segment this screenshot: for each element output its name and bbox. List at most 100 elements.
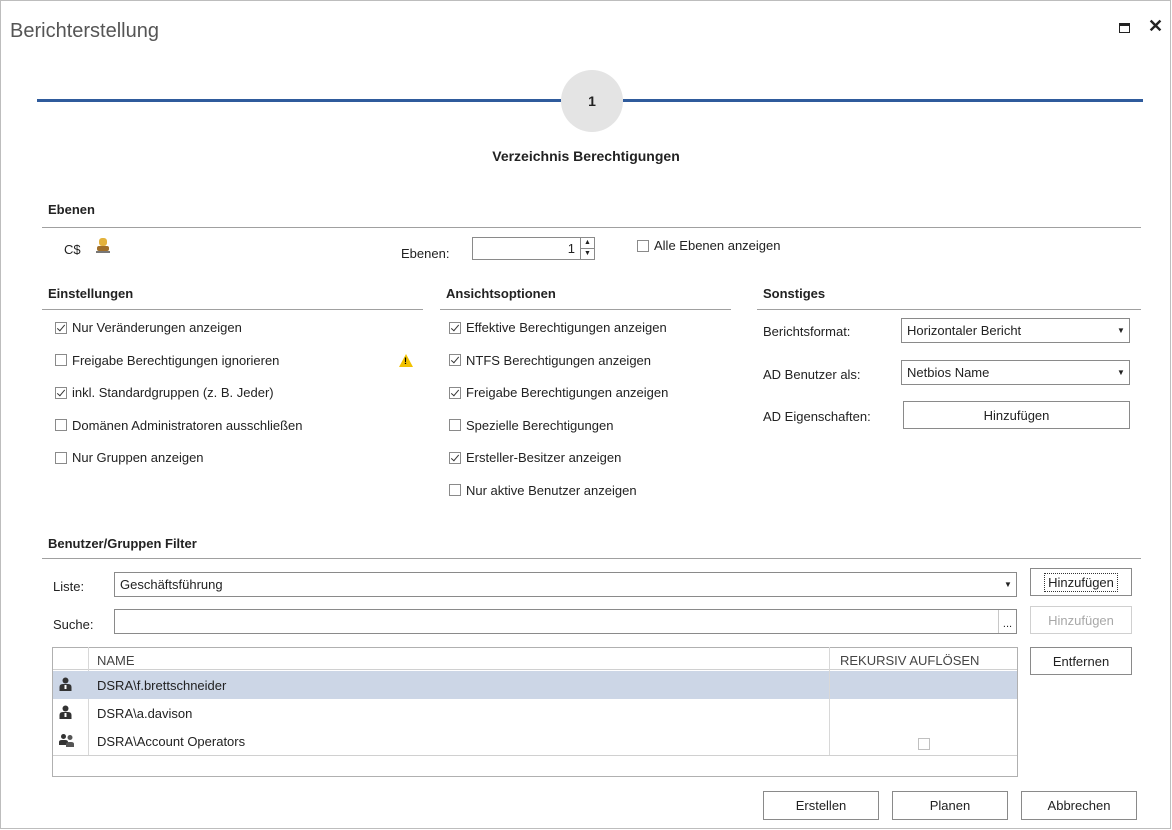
divider (757, 309, 1141, 310)
close-icon[interactable]: ✕ (1148, 16, 1163, 36)
column-header-name[interactable]: NAME (97, 653, 135, 668)
levels-value[interactable]: 1 (473, 238, 580, 259)
section-filter-header: Benutzer/Gruppen Filter (48, 536, 197, 551)
checkbox[interactable] (55, 354, 67, 366)
table-row[interactable]: DSRA\f.brettschneider (53, 671, 1017, 699)
einstellungen-label: inkl. Standardgruppen (z. B. Jeder) (72, 385, 274, 400)
grid-column-divider (829, 671, 830, 699)
report-format-select[interactable]: Horizontaler Bericht ▼ (901, 318, 1130, 343)
divider (42, 227, 1141, 228)
checkbox[interactable] (449, 386, 461, 399)
grid-header-divider (53, 669, 1017, 670)
all-levels-label: Alle Ebenen anzeigen (654, 238, 781, 253)
list-select[interactable]: Geschäftsführung ▼ (114, 572, 1017, 597)
grid-column-divider (829, 699, 830, 727)
row-name: DSRA\Account Operators (97, 734, 246, 749)
share-path: C$ (64, 242, 81, 257)
ansicht-label: NTFS Berechtigungen anzeigen (466, 352, 652, 368)
ansicht-checkbox-3[interactable]: Spezielle Berechtigungen (449, 418, 613, 433)
table-row[interactable]: DSRA\a.davison (53, 699, 1017, 727)
section-ansicht-header: Ansichtsoptionen (446, 286, 556, 301)
search-add-button[interactable]: Hinzufügen (1030, 606, 1132, 634)
checkbox[interactable] (55, 386, 67, 399)
ad-user-select[interactable]: Netbios Name ▼ (901, 360, 1130, 385)
chevron-down-icon[interactable]: ▼ (1000, 573, 1016, 596)
ansicht-checkbox-2[interactable]: Freigabe Berechtigungen anzeigen (449, 385, 668, 400)
divider (42, 309, 423, 310)
share-user-icon (96, 237, 110, 254)
search-input[interactable]: ... (114, 609, 1017, 634)
ansicht-label: Effektive Berechtigungen anzeigen (466, 320, 667, 335)
checkbox[interactable] (449, 451, 461, 464)
checkbox[interactable] (449, 419, 461, 431)
einstellungen-label: Freigabe Berechtigungen ignorieren (72, 352, 280, 368)
ansicht-label: Nur aktive Benutzer anzeigen (466, 482, 637, 498)
ansicht-label: Freigabe Berechtigungen anzeigen (466, 385, 669, 400)
einstellungen-checkbox-2[interactable]: inkl. Standardgruppen (z. B. Jeder) (55, 385, 274, 400)
levels-stepper[interactable]: ▲ ▼ (580, 238, 594, 259)
ansicht-checkbox-1[interactable]: NTFS Berechtigungen anzeigen (449, 353, 651, 368)
checkbox[interactable] (55, 419, 67, 431)
levels-spinner[interactable]: 1 ▲ ▼ (472, 237, 595, 260)
section-einstellungen-header: Einstellungen (48, 286, 134, 301)
ad-props-label: AD Eigenschaften: (763, 409, 871, 424)
window-title: Berichterstellung (10, 20, 159, 42)
user-icon (59, 677, 72, 694)
user-icon (59, 705, 72, 722)
checkbox[interactable] (449, 354, 461, 366)
checkbox[interactable] (637, 239, 649, 252)
ansicht-checkbox-0[interactable]: Effektive Berechtigungen anzeigen (449, 320, 667, 335)
table-row[interactable]: DSRA\Account Operators (53, 727, 1017, 755)
einstellungen-checkbox-4[interactable]: Nur Gruppen anzeigen (55, 450, 204, 465)
einstellungen-label: Nur Veränderungen anzeigen (72, 320, 242, 335)
report-format-value: Horizontaler Bericht (907, 323, 1022, 338)
chevron-down-icon[interactable]: ▼ (1113, 361, 1129, 384)
row-name: DSRA\f.brettschneider (97, 678, 227, 693)
maximize-icon[interactable] (1119, 23, 1130, 33)
warning-icon: ! (399, 354, 413, 367)
list-add-button[interactable]: Hinzufügen (1030, 568, 1132, 596)
ad-user-value: Netbios Name (907, 365, 990, 380)
search-label: Suche: (53, 617, 94, 632)
ad-props-add-button[interactable]: Hinzufügen (903, 401, 1130, 429)
column-header-recursive[interactable]: REKURSIV AUFLÖSEN (840, 653, 979, 668)
divider (440, 309, 731, 310)
section-ebenen-header: Ebenen (48, 202, 95, 217)
stepper-down-icon[interactable]: ▼ (581, 249, 594, 259)
checkbox[interactable] (449, 484, 461, 496)
step-line-right (623, 99, 1143, 102)
ansicht-label: Ersteller-Besitzer anzeigen (466, 450, 622, 465)
chevron-down-icon[interactable]: ▼ (1113, 319, 1129, 342)
einstellungen-checkbox-1[interactable]: Freigabe Berechtigungen ignorieren (55, 353, 279, 368)
ansicht-checkbox-5[interactable]: Nur aktive Benutzer anzeigen (449, 483, 637, 498)
ansicht-checkbox-4[interactable]: Ersteller-Besitzer anzeigen (449, 450, 621, 465)
einstellungen-label: Nur Gruppen anzeigen (72, 450, 204, 465)
schedule-button[interactable]: Planen (892, 791, 1008, 820)
checkbox[interactable] (55, 321, 67, 334)
checkbox[interactable] (55, 451, 67, 464)
stepper-up-icon[interactable]: ▲ (581, 238, 594, 249)
browse-button[interactable]: ... (998, 610, 1016, 633)
list-add-label: Hinzufügen (1044, 572, 1118, 592)
step-indicator: 1 (561, 70, 623, 132)
section-sonstiges-header: Sonstiges (763, 286, 826, 301)
remove-button[interactable]: Entfernen (1030, 647, 1132, 675)
row-name: DSRA\a.davison (97, 706, 193, 721)
grid-footer-divider (53, 755, 1017, 756)
cancel-button[interactable]: Abbrechen (1021, 791, 1137, 820)
all-levels-checkbox[interactable]: Alle Ebenen anzeigen (637, 238, 781, 253)
recursive-checkbox[interactable] (918, 737, 930, 750)
einstellungen-checkbox-0[interactable]: Nur Veränderungen anzeigen (55, 320, 242, 335)
list-label: Liste: (53, 579, 85, 594)
ansicht-label: Spezielle Berechtigungen (466, 417, 614, 433)
create-button[interactable]: Erstellen (763, 791, 879, 820)
einstellungen-checkbox-3[interactable]: Domänen Administratoren ausschließen (55, 418, 303, 433)
checkbox[interactable] (449, 321, 461, 334)
divider (42, 558, 1141, 559)
step-line-left (37, 99, 561, 102)
levels-label: Ebenen: (401, 246, 450, 261)
einstellungen-label: Domänen Administratoren ausschließen (72, 417, 303, 433)
group-icon (59, 733, 75, 750)
list-value: Geschäftsführung (120, 577, 223, 592)
step-title: Verzeichnis Berechtigungen (492, 148, 680, 164)
